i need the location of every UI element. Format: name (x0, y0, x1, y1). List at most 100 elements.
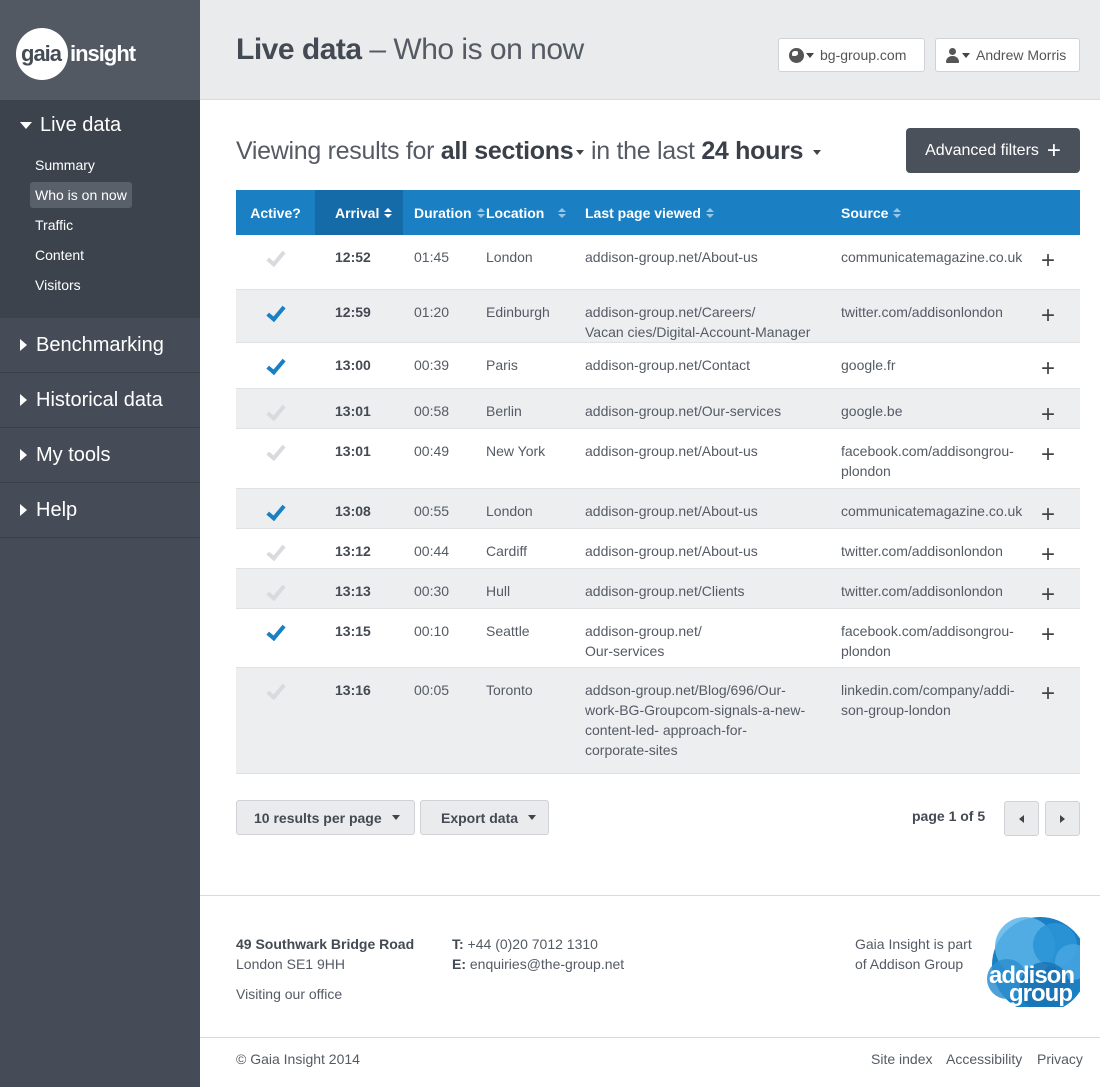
nav-section-benchmarking[interactable]: Benchmarking (0, 318, 200, 373)
active-cell (236, 428, 315, 489)
active-cell (236, 342, 315, 389)
column-header-duration[interactable]: Duration (403, 190, 486, 235)
nav-section-my-tools[interactable]: My tools (0, 428, 200, 483)
checkmark-icon[interactable] (265, 580, 286, 601)
last-page-cell-line: Our-services (585, 642, 665, 659)
advanced-filters-button[interactable]: Advanced filters + (906, 128, 1080, 173)
table-row[interactable]: 13:16 00:05 Toronto addson-group.net/Blog/6… (236, 667, 1080, 774)
next-page-button[interactable] (1045, 801, 1080, 836)
filter-summary: Viewing results for all sections in the … (236, 137, 821, 166)
section-filter-value: all sections (440, 137, 574, 165)
column-header-label: Arrival (335, 204, 380, 221)
address-line-2: London SE1 9HH (236, 956, 345, 972)
visiting-office-link[interactable]: Visiting our office (236, 984, 342, 1004)
expand-row-icon[interactable]: + (1041, 235, 1080, 290)
table-row[interactable]: 13:00 00:39 Paris addison-group.net/Contact… (236, 342, 1080, 389)
sort-icon (558, 207, 567, 218)
last-page-cell-line: addison-group.net/About-us (585, 542, 758, 559)
addison-group-logo[interactable]: addison group (985, 917, 1080, 1007)
logo[interactable]: gaia insight (0, 0, 200, 100)
subnav-item-content[interactable]: Content (30, 240, 200, 270)
results-per-page-select[interactable]: 10 results per page (236, 800, 415, 835)
privacy-link[interactable]: Privacy (1037, 1051, 1083, 1067)
table-row[interactable]: 12:59 01:20 Edinburgh addison-group.net/Car… (236, 289, 1080, 343)
column-header-last-page[interactable]: Last page viewed (585, 190, 841, 235)
expand-row-icon[interactable]: + (1041, 568, 1080, 609)
parent-note-line-1: Gaia Insight is part (855, 936, 972, 952)
checkmark-icon[interactable] (265, 440, 286, 461)
expand-row-icon[interactable]: + (1041, 608, 1080, 668)
subnav-label: Visitors (35, 277, 81, 293)
user-menu[interactable]: Andrew Morris (935, 38, 1080, 72)
previous-page-button[interactable] (1004, 801, 1039, 836)
nav-section-label: Live data (40, 113, 122, 136)
site-selector[interactable]: bg-group.com (778, 38, 925, 72)
caret-right-icon (20, 504, 27, 516)
source-cell-line: son-group-london (841, 701, 951, 718)
expand-row-icon[interactable]: + (1041, 342, 1080, 389)
subnav-item-who-is-on-now[interactable]: Who is on now (30, 180, 200, 210)
table-row[interactable]: 13:12 00:44 Cardiff addison-group.net/About… (236, 528, 1080, 569)
checkmark-icon[interactable] (265, 354, 286, 375)
email-address[interactable]: enquiries@the-group.net (466, 956, 624, 972)
caret-right-icon (20, 394, 27, 406)
source-cell: google.be (841, 388, 1041, 429)
checkmark-icon[interactable] (265, 301, 286, 322)
last-page-cell-line: content-led- approach-for- (585, 721, 747, 738)
active-cell (236, 568, 315, 609)
source-cell: communicatemagazine.co.uk (841, 488, 1041, 529)
expand-row-icon[interactable]: + (1041, 388, 1080, 429)
last-page-cell: addison-group.net/Clients (585, 568, 841, 609)
address-line-1: 49 Southwark Bridge Road (236, 936, 415, 952)
nav-section-help[interactable]: Help (0, 483, 200, 538)
table-row[interactable]: 13:01 00:49 New York addison-group.net/Abou… (236, 428, 1080, 489)
expand-row-icon[interactable]: + (1041, 488, 1080, 529)
column-header-active[interactable]: Active? (236, 190, 315, 235)
table-row[interactable]: 13:08 00:55 London addison-group.net/About-… (236, 488, 1080, 529)
duration-cell: 00:10 (403, 608, 486, 668)
subnav-item-traffic[interactable]: Traffic (30, 210, 200, 240)
site-index-link[interactable]: Site index (871, 1051, 932, 1067)
checkmark-icon[interactable] (265, 620, 286, 641)
accessibility-link[interactable]: Accessibility (946, 1051, 1022, 1067)
column-header-source[interactable]: Source (841, 190, 1041, 235)
expand-row-icon[interactable]: + (1041, 289, 1080, 343)
nav-section-historical-data[interactable]: Historical data (0, 373, 200, 428)
results-per-page-label: 10 results per page (254, 809, 382, 826)
table-body: 12:52 01:45 London addison-group.net/About-… (236, 235, 1080, 774)
period-filter-value: 24 hours (701, 137, 804, 165)
expand-row-icon[interactable]: + (1041, 528, 1080, 569)
column-header-location[interactable]: Location (486, 190, 585, 235)
active-cell (236, 488, 315, 529)
source-cell: communicatemagazine.co.uk (841, 235, 1041, 290)
globe-icon (789, 47, 804, 63)
checkmark-icon[interactable] (265, 500, 286, 521)
source-cell-line: twitter.com/addisonlondon (841, 582, 1003, 599)
nav-section-live-data[interactable]: Live data (0, 100, 200, 150)
last-page-cell-line: corporate-sites (585, 741, 678, 758)
duration-cell: 00:55 (403, 488, 486, 529)
column-header-expand (1041, 190, 1080, 235)
checkmark-icon[interactable] (265, 400, 286, 421)
checkmark-icon[interactable] (265, 246, 286, 268)
table-row[interactable]: 13:01 00:58 Berlin addison-group.net/Our-se… (236, 388, 1080, 429)
source-cell: twitter.com/addisonlondon (841, 528, 1041, 569)
checkmark-icon[interactable] (265, 679, 286, 700)
nav-section-label: Benchmarking (36, 333, 164, 356)
expand-row-icon[interactable]: + (1041, 428, 1080, 489)
logo-insight-text: insight (70, 41, 136, 66)
checkmark-icon[interactable] (265, 540, 286, 561)
table-row[interactable]: 12:52 01:45 London addison-group.net/About-… (236, 235, 1080, 290)
column-header-arrival[interactable]: Arrival (315, 190, 403, 235)
section-filter-dropdown[interactable]: all sections (441, 137, 585, 165)
last-page-cell: addison-group.net/Contact (585, 342, 841, 389)
subnav-item-summary[interactable]: Summary (30, 150, 200, 180)
source-cell-line: google.fr (841, 356, 896, 373)
subnav-item-visitors[interactable]: Visitors (30, 270, 200, 300)
expand-row-icon[interactable]: + (1041, 667, 1080, 774)
period-filter-dropdown[interactable]: 24 hours (701, 137, 821, 165)
table-row[interactable]: 13:13 00:30 Hull addison-group.net/Clients t… (236, 568, 1080, 609)
export-data-button[interactable]: Export data (420, 800, 549, 835)
table-row[interactable]: 13:15 00:10 Seattle addison-group.net/Our-s… (236, 608, 1080, 668)
arrival-cell: 13:01 (315, 428, 403, 489)
